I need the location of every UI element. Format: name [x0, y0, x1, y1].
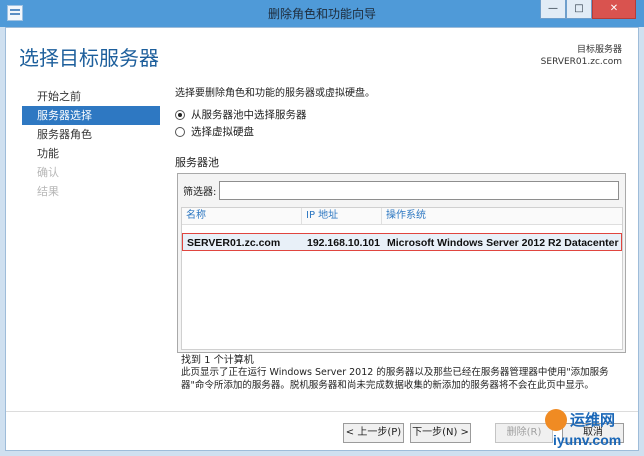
option-virtual-disk[interactable]: 选择虚拟硬盘: [175, 123, 627, 140]
content-area: 选择要删除角色和功能的服务器或虚拟硬盘。 从服务器池中选择服务器 选择虚拟硬盘 …: [175, 84, 627, 170]
info-note: 此页显示了正在运行 Windows Server 2012 的服务器以及那些已经…: [181, 367, 609, 391]
radio-server-pool[interactable]: [175, 109, 185, 120]
grid-header: 名称 IP 地址 操作系统: [182, 208, 622, 225]
nav-item-confirmation: 确认: [37, 166, 59, 179]
watermark-logo-icon: [545, 409, 567, 431]
filter-input[interactable]: [219, 181, 620, 200]
column-header-ip[interactable]: IP 地址: [302, 208, 382, 224]
wizard-frame: 选择目标服务器 目标服务器 SERVER01.zc.com 开始之前 服务器选择…: [5, 27, 639, 451]
cell-ip: 192.168.10.101: [307, 237, 380, 249]
description: 选择要删除角色和功能的服务器或虚拟硬盘。: [175, 88, 375, 99]
column-header-os[interactable]: 操作系统: [382, 208, 622, 224]
destination-server-name: SERVER01.zc.com: [540, 57, 622, 67]
page-title: 选择目标服务器: [19, 48, 159, 70]
server-grid: 名称 IP 地址 操作系统 SERVER01.zc.com 192.168.10…: [181, 207, 623, 350]
destination-server: 目标服务器 SERVER01.zc.com: [541, 44, 622, 68]
cell-name: SERVER01.zc.com: [187, 237, 281, 249]
window-controls: — □ ✕: [540, 0, 636, 19]
cell-os: Microsoft Windows Server 2012 R2 Datacen…: [387, 237, 619, 249]
title-bar: 删除角色和功能向导 — □ ✕: [0, 0, 644, 27]
watermark-top-text: 运维网: [570, 412, 616, 429]
close-button[interactable]: ✕: [592, 0, 636, 19]
watermark-bottom-text: iyunv.com: [553, 432, 622, 448]
destination-label: 目标服务器: [576, 45, 622, 55]
nav-item-server-roles[interactable]: 服务器角色: [22, 125, 160, 144]
footer-divider: [6, 411, 638, 412]
option-server-pool-label: 从服务器池中选择服务器: [191, 109, 307, 121]
table-row[interactable]: SERVER01.zc.com 192.168.10.101 Microsoft…: [182, 233, 622, 251]
site-watermark: 运维网 iyunv.com: [545, 409, 641, 453]
filter-label: 筛选器:: [183, 187, 217, 198]
option-server-pool[interactable]: 从服务器池中选择服务器: [175, 106, 627, 123]
nav-item-features[interactable]: 功能: [22, 144, 160, 163]
nav-item-before-you-begin[interactable]: 开始之前: [22, 87, 160, 106]
server-pool-panel: 筛选器: 名称 IP 地址 操作系统 SERVER01.zc.com 192.1…: [177, 173, 626, 353]
wizard-nav: 开始之前 服务器选择 服务器角色 功能 确认 结果: [22, 87, 160, 201]
column-header-name[interactable]: 名称: [182, 208, 302, 224]
maximize-button[interactable]: □: [566, 0, 592, 19]
filter-row: 筛选器:: [183, 181, 620, 200]
radio-virtual-disk[interactable]: [175, 126, 185, 137]
previous-button[interactable]: < 上一步(P): [343, 423, 404, 443]
option-virtual-disk-label: 选择虚拟硬盘: [191, 126, 254, 138]
minimize-button[interactable]: —: [540, 0, 566, 19]
nav-item-results: 结果: [37, 185, 59, 198]
found-count: 找到 1 个计算机: [181, 355, 254, 366]
server-pool-label: 服务器池: [175, 156, 219, 169]
nav-item-server-selection[interactable]: 服务器选择: [22, 106, 160, 125]
next-button[interactable]: 下一步(N) >: [410, 423, 471, 443]
